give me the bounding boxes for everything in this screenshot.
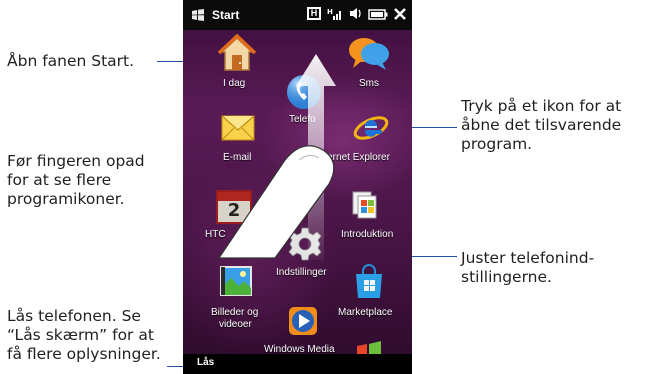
callout-tap: Tryk på et ikon for at åbne det tilsvare… <box>461 97 621 154</box>
callout-lock-line1: Lås telefonen. Se <box>7 307 141 325</box>
svg-text:H: H <box>327 8 333 16</box>
app-label-introduktion: Introduktion <box>341 229 394 240</box>
callout-tap-line2: åbne det tilsvarende <box>461 116 622 134</box>
marketplace-icon[interactable] <box>353 264 385 300</box>
status-icons: H H <box>307 7 406 20</box>
app-label-sms: Sms <box>359 78 379 89</box>
photos-videos-icon[interactable] <box>219 264 253 298</box>
signal-icon: H <box>327 8 341 20</box>
start-label[interactable]: Start <box>212 8 239 22</box>
home-icon[interactable] <box>217 33 257 73</box>
battery-icon <box>368 8 388 20</box>
sms-icon[interactable] <box>348 36 390 74</box>
callout-adjust: Juster telefonind- stillingerne. <box>461 249 594 287</box>
windows-media-icon[interactable] <box>287 305 319 337</box>
hsdpa-icon: H <box>307 7 321 20</box>
callout-swipe-line3: programikoner. <box>7 190 125 208</box>
callout-swipe-line2: for at se flere <box>7 171 112 189</box>
callout-adjust-line1: Juster telefonind- <box>461 249 595 267</box>
callout-tap-line3: program. <box>461 135 533 153</box>
callout-swipe-line1: Før fingeren opad <box>7 152 145 170</box>
finger-gesture-icon <box>217 145 335 259</box>
bottom-bar: Lås <box>183 354 412 374</box>
callout-open-start: Åbn fanen Start. <box>7 52 134 71</box>
callout-lock: Lås telefonen. Se “Lås skærm” for at få … <box>7 307 161 364</box>
app-label-billeder-line2: videoer <box>219 319 252 330</box>
windows-logo-icon[interactable] <box>191 9 205 21</box>
callout-lock-line3: få flere oplysninger. <box>7 345 161 363</box>
callout-adjust-line2: stillingerne. <box>461 268 552 286</box>
lock-button[interactable]: Lås <box>197 357 214 368</box>
phone-screen: Start H H I dag Sms Telefo E-mail Intern… <box>183 0 412 374</box>
app-label-marketplace: Marketplace <box>338 307 393 318</box>
status-bar: Start H H <box>183 0 412 30</box>
app-label-idag: I dag <box>223 78 246 89</box>
callout-tap-line1: Tryk på et ikon for at <box>461 97 622 115</box>
callout-swipe: Før fingeren opad for at se flere progra… <box>7 152 145 209</box>
app-label-billeder-line1: Billeder og <box>211 307 259 318</box>
introduktion-icon[interactable] <box>349 188 381 222</box>
close-icon[interactable] <box>394 7 406 20</box>
callout-lock-line2: “Lås skærm” for at <box>7 326 154 344</box>
callout-open-start-text: Åbn fanen Start. <box>7 52 135 70</box>
speaker-icon <box>350 8 361 19</box>
internet-explorer-icon[interactable] <box>353 110 389 146</box>
app-label-indstillinger: Indstillinger <box>276 267 327 278</box>
